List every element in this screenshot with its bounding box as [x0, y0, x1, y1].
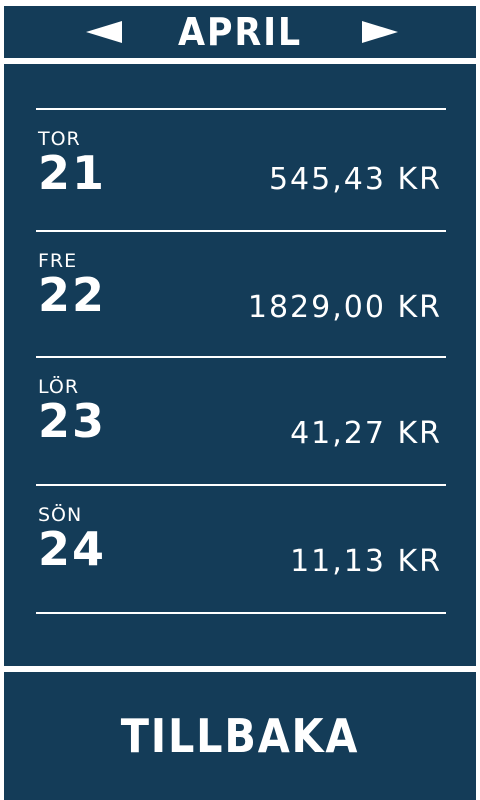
next-month-button[interactable]: [360, 20, 400, 44]
day-amount: 1829,00 KR: [247, 290, 442, 325]
back-button-label: TILLBAKA: [120, 709, 360, 763]
day-amount: 11,13 KR: [290, 544, 442, 579]
day-amount: 41,27 KR: [290, 416, 442, 451]
day-list: TOR 21 545,43 KR FRE 22 1829,00 KR LÖR 2…: [4, 64, 476, 666]
back-button[interactable]: TILLBAKA: [4, 672, 476, 800]
day-number: 21: [38, 146, 107, 200]
day-row[interactable]: FRE 22 1829,00 KR: [4, 232, 476, 360]
day-number: 24: [38, 522, 107, 576]
day-row[interactable]: LÖR 23 41,27 KR: [4, 358, 476, 486]
day-number: 23: [38, 394, 107, 448]
day-row[interactable]: SÖN 24 11,13 KR: [4, 486, 476, 614]
divider: [36, 612, 446, 614]
day-number: 22: [38, 268, 107, 322]
triangle-right-icon: [362, 21, 398, 43]
month-header: APRIL: [4, 6, 476, 58]
day-amount: 545,43 KR: [268, 162, 442, 197]
day-row[interactable]: TOR 21 545,43 KR: [4, 110, 476, 238]
